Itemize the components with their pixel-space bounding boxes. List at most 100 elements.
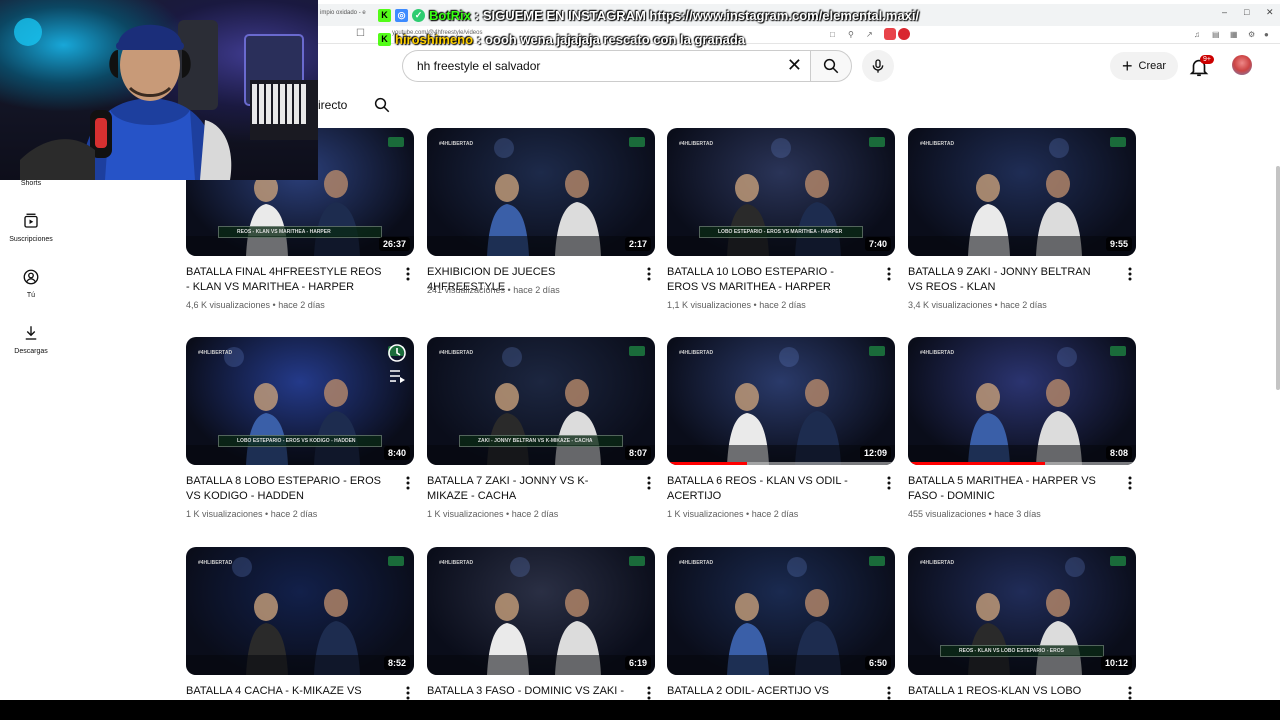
more-actions-button[interactable]	[884, 266, 894, 282]
sidebar-toggle-icon[interactable]: ▤	[1212, 30, 1220, 39]
search-page-icon[interactable]: ⚲	[848, 30, 854, 39]
channel-hashtag-watermark: #4HLIBERTAD	[679, 560, 714, 566]
channel-search-icon[interactable]	[373, 96, 391, 114]
plus-icon: +	[1121, 56, 1133, 76]
video-duration-badge: 10:12	[1100, 656, 1132, 670]
battle-lower-third-text: ZAKI - JONNY BELTRAN VS K-MIKAZE - CACHA	[478, 438, 593, 444]
clear-search-icon[interactable]: ✕	[787, 55, 802, 76]
more-actions-button[interactable]	[403, 685, 413, 700]
more-actions-button[interactable]	[1125, 266, 1135, 282]
video-thumbnail[interactable]: #4HLIBERTAD LOBO ESTEPARIO - EROS VS KODI…	[186, 337, 414, 465]
video-thumbnail[interactable]: #4HLIBERTAD 8:08	[908, 337, 1136, 465]
video-thumbnail[interactable]: #4HLIBERTAD 6:50	[667, 547, 895, 675]
minimize-button[interactable]: –	[1222, 7, 1227, 17]
maximize-button[interactable]: □	[1244, 7, 1249, 17]
video-thumbnail[interactable]: #4HLIBERTAD 12:09	[667, 337, 895, 465]
sidebar-item-you[interactable]: Tú	[0, 268, 62, 299]
metadata-separator: •	[505, 285, 514, 295]
extension-shield-icon[interactable]	[884, 28, 896, 40]
more-actions-button[interactable]	[403, 475, 413, 491]
event-logo-icon	[1110, 556, 1126, 566]
video-thumbnail[interactable]: #4HLIBERTAD REOS - KLAN VS LOBO ESTEPARIO…	[908, 547, 1136, 675]
collections-icon[interactable]: ▦	[1230, 30, 1238, 39]
voice-search-button[interactable]	[862, 50, 894, 82]
kebab-menu-icon	[647, 267, 651, 281]
search-box[interactable]: hh freestyle el salvador ✕	[402, 50, 810, 82]
video-duration-badge: 12:09	[859, 446, 891, 460]
upload-age: hace 2 días	[513, 285, 560, 295]
more-actions-button[interactable]	[644, 266, 654, 282]
more-actions-button[interactable]	[1125, 475, 1135, 491]
sidebar-item-label: Descargas	[14, 348, 48, 355]
event-logo-icon	[1110, 346, 1126, 356]
video-title[interactable]: BATALLA 3 FASO - DOMINIC VS ZAKI - JONY	[427, 684, 627, 700]
profile-icon[interactable]: ●	[1264, 30, 1269, 39]
video-thumbnail[interactable]: #4HLIBERTAD 8:52	[186, 547, 414, 675]
account-avatar[interactable]	[1232, 55, 1252, 75]
more-actions-button[interactable]	[644, 685, 654, 700]
extensions-icon[interactable]: ⚙	[1248, 30, 1255, 39]
share-icon[interactable]: ↗	[866, 30, 873, 39]
sidebar-item-subscriptions[interactable]: Suscripciones	[0, 212, 62, 243]
more-actions-button[interactable]	[884, 475, 894, 491]
thumbnail-scene	[908, 138, 1136, 256]
video-title[interactable]: BATALLA 7 ZAKI - JONNY VS K-MIKAZE - CAC…	[427, 474, 627, 504]
add-to-queue-icon[interactable]	[390, 370, 405, 383]
more-actions-button[interactable]	[403, 266, 413, 282]
video-thumbnail[interactable]: #4HLIBERTAD LOBO ESTEPARIO - EROS VS MARI…	[667, 128, 895, 256]
video-thumbnail[interactable]: #4HLIBERTAD ZAKI - JONNY BELTRAN VS K-MIK…	[427, 337, 655, 465]
more-actions-button[interactable]	[644, 475, 654, 491]
more-actions-button[interactable]	[884, 685, 894, 700]
view-count: 1 K visualizaciones	[667, 509, 744, 519]
more-actions-button[interactable]	[1125, 685, 1135, 700]
thumbnail-scene	[908, 347, 1136, 465]
video-thumbnail[interactable]: #4HLIBERTAD 6:19	[427, 547, 655, 675]
video-duration-badge: 8:52	[383, 656, 410, 670]
channel-hashtag-watermark: #4HLIBERTAD	[439, 141, 474, 147]
sidebar-item-downloads[interactable]: Descargas	[0, 324, 62, 355]
kebab-menu-icon	[1128, 476, 1132, 490]
video-title[interactable]: BATALLA 2 ODIL- ACERTIJO VS MARITHEA -	[667, 684, 867, 700]
video-title[interactable]: BATALLA 8 LOBO ESTEPARIO - EROS VS KODIG…	[186, 474, 386, 504]
video-metadata: 1 K visualizaciones • hace 2 días	[667, 509, 887, 519]
kebab-menu-icon	[1128, 686, 1132, 700]
video-title[interactable]: BATALLA 9 ZAKI - JONNY BELTRAN VS REOS -…	[908, 265, 1108, 295]
watch-later-icon[interactable]	[388, 344, 406, 362]
video-duration-badge: 26:37	[378, 237, 410, 251]
upload-age: hace 3 días	[994, 509, 1041, 519]
search-button[interactable]	[810, 50, 852, 82]
screen: impio oxidado - e – □ ✕ ☐ youtube.com/@4…	[0, 0, 1280, 700]
video-thumbnail[interactable]: #4HLIBERTAD 2:17	[427, 128, 655, 256]
tab-directo[interactable]: irecto	[318, 98, 347, 112]
video-metadata: 1 K visualizaciones • hace 2 días	[186, 509, 406, 519]
browser-tab[interactable]: impio oxidado - e	[320, 10, 366, 16]
metadata-separator: •	[743, 509, 752, 519]
sidebar-item-shorts[interactable]: Shorts	[0, 180, 62, 187]
video-title[interactable]: BATALLA FINAL 4HFREESTYLE REOS - KLAN VS…	[186, 265, 386, 295]
video-duration-badge: 8:08	[1105, 446, 1132, 460]
zoom-icon[interactable]: □	[830, 30, 835, 39]
bookmark-icon[interactable]: ☐	[356, 28, 365, 39]
video-title[interactable]: BATALLA 6 REOS - KLAN VS ODIL - ACERTIJO	[667, 474, 867, 504]
video-title[interactable]: BATALLA 5 MARITHEA - HARPER VS FASO - DO…	[908, 474, 1108, 504]
page-scrollbar[interactable]	[1276, 166, 1280, 390]
video-duration-badge: 7:40	[864, 237, 891, 251]
create-button[interactable]: + Crear	[1110, 52, 1178, 80]
video-duration-badge: 8:40	[383, 446, 410, 460]
video-metadata: 3,4 K visualizaciones • hace 2 días	[908, 300, 1128, 310]
video-title[interactable]: BATALLA 4 CACHA - K-MIKAZE VS KODIGO -	[186, 684, 386, 700]
streamer-badge-icon: ◎	[395, 8, 408, 22]
extension-red-icon[interactable]	[898, 28, 910, 40]
event-logo-icon	[629, 137, 645, 147]
microphone-icon	[872, 59, 884, 73]
battle-lower-third: ZAKI - JONNY BELTRAN VS K-MIKAZE - CACHA	[459, 435, 623, 447]
video-thumbnail[interactable]: #4HLIBERTAD 9:55	[908, 128, 1136, 256]
search-input[interactable]: hh freestyle el salvador	[417, 59, 540, 73]
kebab-menu-icon	[887, 267, 891, 281]
video-title[interactable]: BATALLA 1 REOS-KLAN VS LOBO	[908, 684, 1108, 699]
close-window-button[interactable]: ✕	[1266, 7, 1274, 18]
music-icon[interactable]: ♫	[1194, 30, 1200, 39]
kick-badge-icon: K	[378, 8, 391, 22]
create-label: Crear	[1138, 60, 1167, 72]
video-title[interactable]: BATALLA 10 LOBO ESTEPARIO - EROS VS MARI…	[667, 265, 867, 295]
